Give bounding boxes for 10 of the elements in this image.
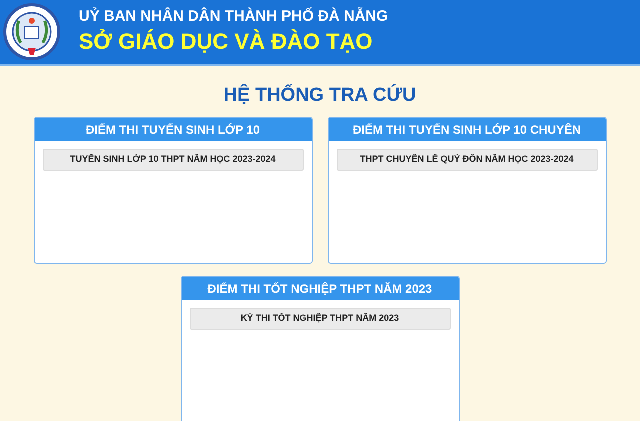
exam-link-button[interactable]: TUYỂN SINH LỚP 10 THPT NĂM HỌC 2023-2024: [42, 149, 304, 171]
panel-header: ĐIỂM THI TỐT NGHIỆP THPT NĂM 2023: [182, 277, 458, 300]
page-title: HỆ THỐNG TRA CỨU: [224, 84, 416, 108]
exam-link-button[interactable]: KỲ THI TỐT NGHIỆP THPT NĂM 2023: [190, 308, 450, 330]
department-name: SỞ GIÁO DỤC VÀ ĐÀO TẠO: [79, 28, 374, 56]
authority-name: UỶ BAN NHÂN DÂN THÀNH PHỐ ĐÀ NẴNG: [79, 8, 388, 26]
panel-header: ĐIỂM THI TUYỂN SINH LỚP 10 CHUYÊN: [328, 118, 606, 141]
exam-link-button[interactable]: THPT CHUYÊN LÊ QUÝ ĐÔN NĂM HỌC 2023-2024: [336, 149, 598, 171]
panel-header: ĐIỂM THI TUYỂN SINH LỚP 10: [34, 118, 312, 141]
emblem-icon: [3, 3, 61, 61]
